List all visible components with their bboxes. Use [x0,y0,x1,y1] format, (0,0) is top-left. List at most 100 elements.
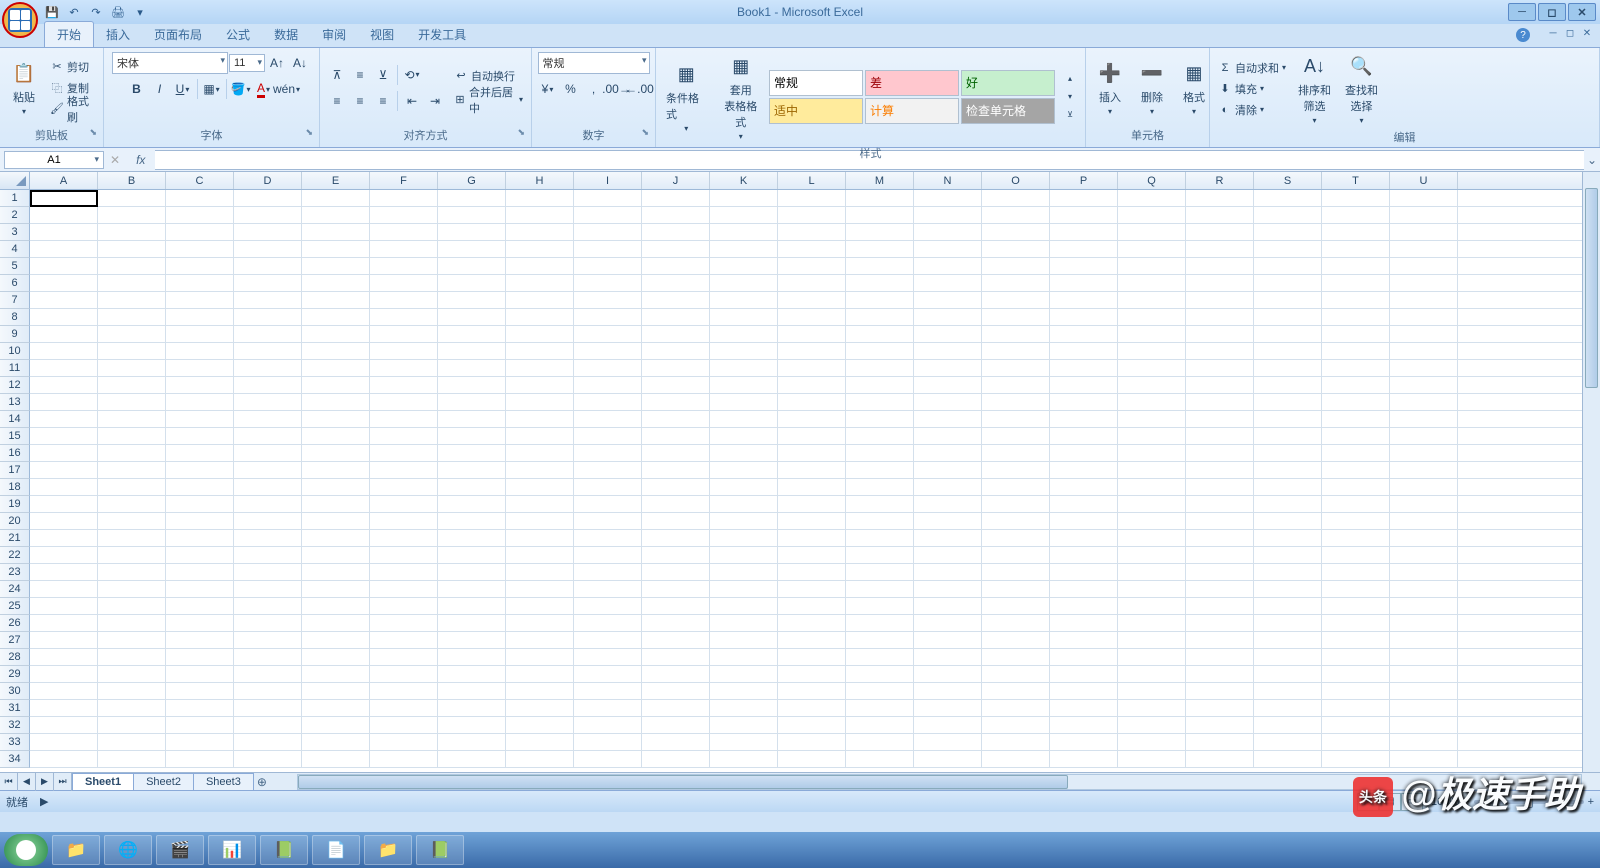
maximize-button[interactable]: ◻ [1538,3,1566,21]
row-header[interactable]: 23 [0,564,30,581]
cell[interactable] [846,241,914,257]
last-sheet-button[interactable]: ⏭ [54,773,72,791]
cell[interactable] [1254,615,1322,631]
cell[interactable] [370,411,438,427]
page-break-view-button[interactable]: ▭ [1401,793,1423,811]
cell[interactable] [506,734,574,750]
cell[interactable] [1322,292,1390,308]
tab-开发工具[interactable]: 开发工具 [406,22,478,47]
cell[interactable] [710,734,778,750]
cell[interactable] [1254,343,1322,359]
cell[interactable] [30,530,98,546]
cell[interactable] [234,564,302,580]
cell[interactable] [1322,581,1390,597]
cell[interactable] [30,615,98,631]
cell[interactable] [982,564,1050,580]
cell[interactable] [778,190,846,206]
cell[interactable] [914,734,982,750]
cell[interactable] [1254,377,1322,393]
cell[interactable] [914,224,982,240]
cell[interactable] [1322,479,1390,495]
cell[interactable] [370,479,438,495]
cell[interactable] [506,513,574,529]
cell[interactable] [506,275,574,291]
row-header[interactable]: 27 [0,632,30,649]
cell[interactable] [846,598,914,614]
cell[interactable] [778,292,846,308]
cell[interactable] [234,496,302,512]
cell[interactable] [98,513,166,529]
cell[interactable] [302,326,370,342]
cell[interactable] [710,751,778,767]
cell[interactable] [574,513,642,529]
cell[interactable] [574,411,642,427]
cell[interactable] [234,394,302,410]
cell[interactable] [166,360,234,376]
cell[interactable] [234,751,302,767]
cell[interactable] [370,462,438,478]
cell[interactable] [1390,700,1458,716]
cell[interactable] [982,326,1050,342]
cell[interactable] [438,411,506,427]
cell[interactable] [166,394,234,410]
cell[interactable] [914,581,982,597]
cell[interactable] [574,241,642,257]
cell[interactable] [846,462,914,478]
cell[interactable] [234,598,302,614]
cell[interactable] [1186,343,1254,359]
cell[interactable] [1050,632,1118,648]
cell[interactable] [1390,258,1458,274]
cell[interactable] [98,377,166,393]
cell[interactable] [302,445,370,461]
cell[interactable] [370,530,438,546]
normal-view-button[interactable]: ▦ [1357,793,1379,811]
cell[interactable] [574,224,642,240]
cell[interactable] [370,598,438,614]
cell[interactable] [1254,700,1322,716]
cell[interactable] [98,547,166,563]
cell[interactable] [438,343,506,359]
cell[interactable] [1322,700,1390,716]
cell[interactable] [642,479,710,495]
cell[interactable] [846,258,914,274]
cell[interactable] [30,326,98,342]
cell[interactable] [1050,241,1118,257]
align-top-button[interactable]: ⊼ [326,64,348,86]
cell[interactable] [1050,360,1118,376]
cell[interactable] [98,615,166,631]
tab-插入[interactable]: 插入 [94,22,142,47]
cell[interactable] [574,275,642,291]
cell[interactable] [166,411,234,427]
cell[interactable] [642,615,710,631]
cell[interactable] [710,462,778,478]
cell[interactable] [30,377,98,393]
cell[interactable] [778,479,846,495]
cell[interactable] [370,241,438,257]
align-right-button[interactable]: ≡ [372,90,394,112]
zoom-level[interactable]: 100% [1431,796,1459,808]
cell[interactable] [1390,411,1458,427]
cell[interactable] [234,547,302,563]
cell[interactable] [438,666,506,682]
cell[interactable] [1322,462,1390,478]
cell[interactable] [710,241,778,257]
cell[interactable] [1118,292,1186,308]
cell[interactable] [370,326,438,342]
cell[interactable] [710,547,778,563]
cell[interactable] [166,530,234,546]
row-header[interactable]: 29 [0,666,30,683]
cell[interactable] [710,360,778,376]
column-header[interactable]: A [30,172,98,189]
cell[interactable] [506,377,574,393]
cell[interactable] [98,581,166,597]
cell[interactable] [982,428,1050,444]
cell[interactable] [1118,224,1186,240]
increase-indent-button[interactable]: ⇥ [424,90,446,112]
cell[interactable] [574,377,642,393]
cell[interactable] [438,700,506,716]
cell[interactable] [1390,513,1458,529]
cell[interactable] [234,479,302,495]
font-color-button[interactable]: A [253,78,275,100]
cell[interactable] [710,513,778,529]
cell[interactable] [1118,411,1186,427]
